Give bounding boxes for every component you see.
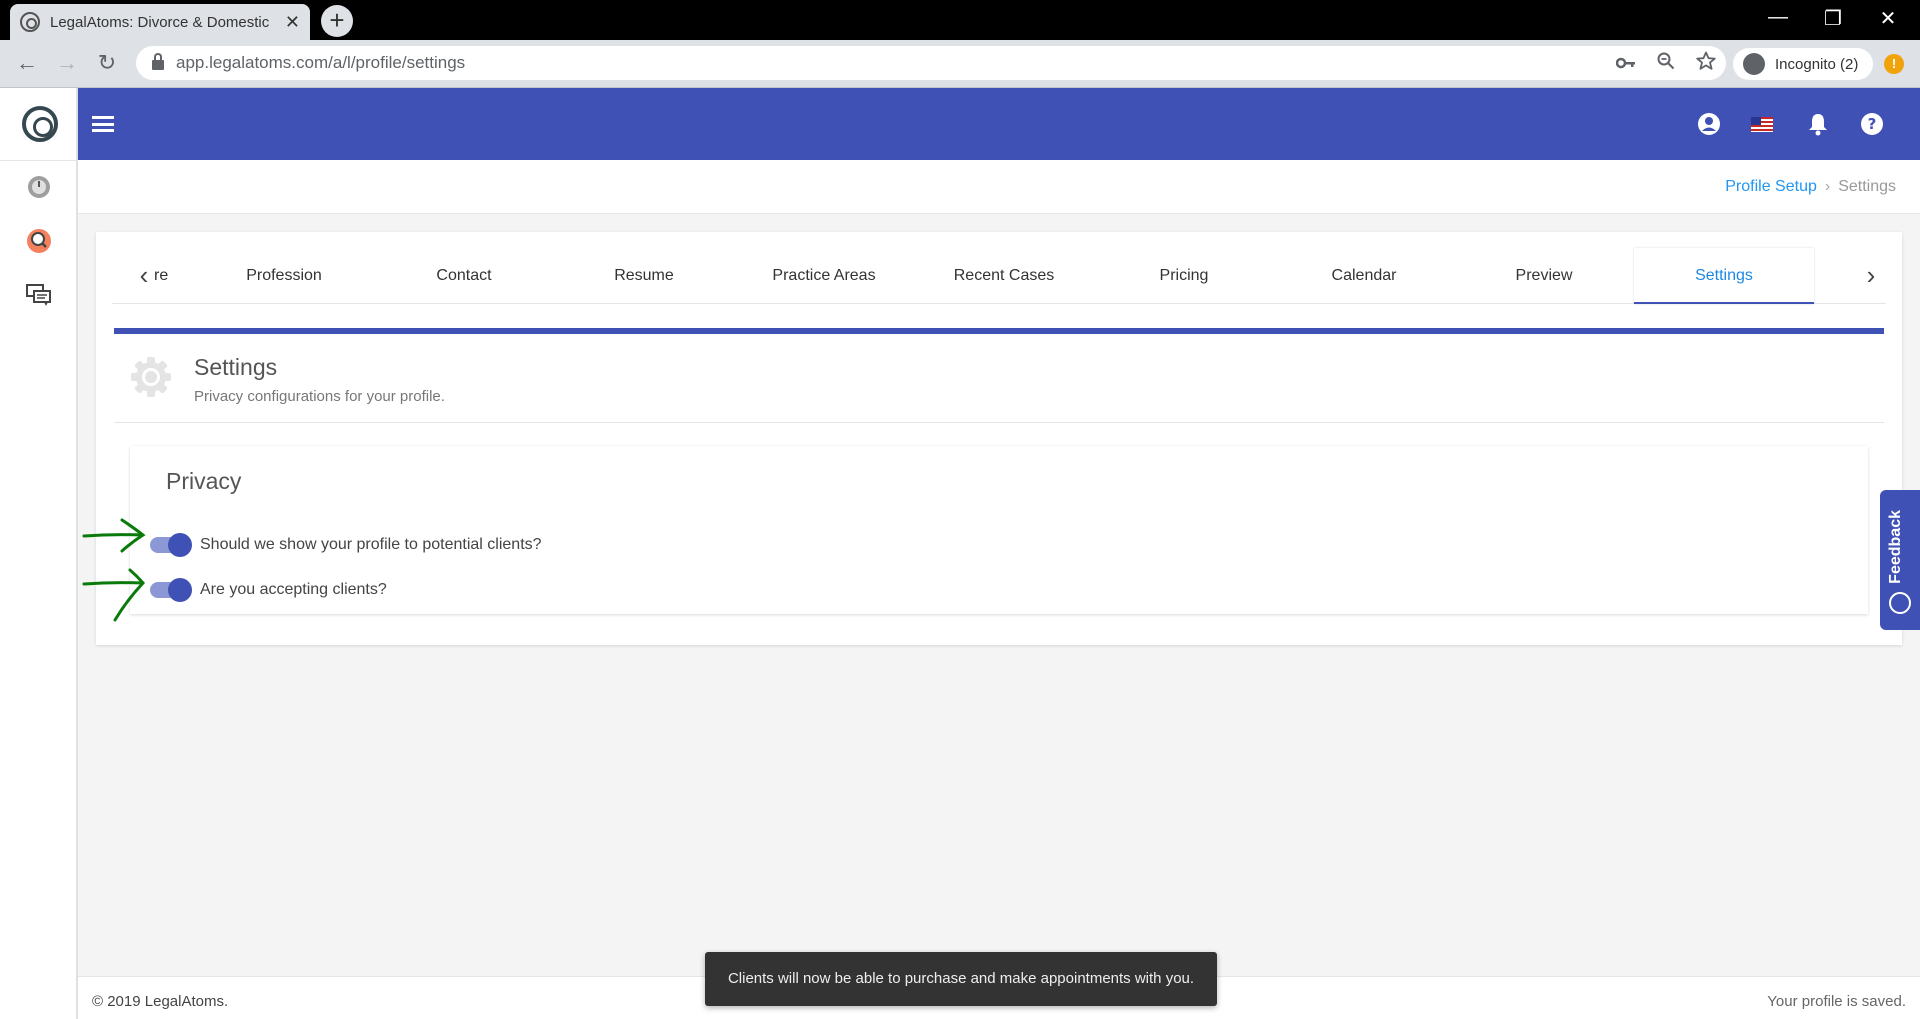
show-profile-label: Should we show your profile to potential… bbox=[200, 536, 542, 553]
back-icon[interactable]: ← bbox=[12, 50, 42, 76]
messages-icon[interactable] bbox=[26, 282, 52, 308]
accepting-clients-row: Are you accepting clients? bbox=[150, 577, 387, 603]
incognito-indicator[interactable]: Incognito (2) bbox=[1733, 48, 1873, 80]
settings-subtitle: Privacy configurations for your profile. bbox=[194, 388, 445, 405]
privacy-title: Privacy bbox=[166, 468, 242, 494]
update-badge-icon[interactable]: ! bbox=[1884, 54, 1904, 74]
panel-divider bbox=[114, 422, 1884, 423]
rail-divider bbox=[0, 160, 78, 161]
steps-next-icon[interactable]: › bbox=[1856, 260, 1886, 291]
profile-steps-tabs: ‹ re Profession Contact Resume Practice … bbox=[112, 248, 1886, 304]
breadcrumb-bar: Profile Setup › Settings bbox=[78, 160, 1920, 214]
save-status-text: Your profile is saved. bbox=[1767, 993, 1906, 1010]
dashboard-icon[interactable] bbox=[26, 173, 52, 199]
incognito-icon bbox=[1743, 53, 1765, 75]
svg-text:?: ? bbox=[1868, 115, 1877, 133]
lock-icon bbox=[152, 53, 164, 70]
feedback-button[interactable]: Feedback bbox=[1880, 490, 1920, 630]
settings-title: Settings bbox=[194, 354, 278, 380]
annotation-arrow-icon bbox=[82, 568, 146, 622]
accepting-clients-toggle[interactable] bbox=[150, 578, 192, 602]
new-tab-button[interactable]: + bbox=[321, 5, 353, 37]
profile-setup-card: ‹ re Profession Contact Resume Practice … bbox=[96, 232, 1902, 645]
breadcrumb-profile-setup[interactable]: Profile Setup bbox=[1725, 178, 1817, 195]
zoom-icon[interactable] bbox=[1646, 52, 1686, 75]
tab-close-icon[interactable]: ✕ bbox=[285, 12, 300, 33]
address-bar[interactable]: app.legalatoms.com/a/l/profile/settings bbox=[136, 46, 1726, 80]
menu-icon[interactable] bbox=[92, 116, 114, 132]
tab-picture-partial[interactable]: re bbox=[154, 248, 184, 304]
tab-practice-areas[interactable]: Practice Areas bbox=[734, 248, 914, 304]
accepting-clients-label: Are you accepting clients? bbox=[200, 581, 387, 598]
browser-tab[interactable]: LegalAtoms: Divorce & Domestic ✕ bbox=[10, 4, 310, 40]
tab-recent-cases[interactable]: Recent Cases bbox=[914, 248, 1094, 304]
minimize-icon[interactable]: — bbox=[1758, 6, 1798, 29]
show-profile-row: Should we show your profile to potential… bbox=[150, 532, 542, 558]
copyright-text: © 2019 LegalAtoms. bbox=[92, 993, 229, 1010]
tab-title: LegalAtoms: Divorce & Domestic bbox=[50, 13, 270, 31]
help-icon[interactable]: ? bbox=[1858, 110, 1886, 138]
feedback-icon bbox=[1889, 592, 1911, 614]
feedback-label: Feedback bbox=[1887, 510, 1904, 584]
star-icon[interactable] bbox=[1686, 51, 1726, 76]
window-close-icon[interactable]: ✕ bbox=[1868, 6, 1908, 31]
breadcrumb-current: Settings bbox=[1838, 178, 1896, 195]
us-flag-icon[interactable] bbox=[1748, 110, 1776, 138]
breadcrumb: Profile Setup › Settings bbox=[1725, 178, 1896, 196]
breadcrumb-separator: › bbox=[1824, 178, 1831, 195]
restore-icon[interactable]: ❐ bbox=[1813, 6, 1853, 31]
settings-panel: Settings Privacy configurations for your… bbox=[114, 328, 1884, 624]
browser-tab-strip: LegalAtoms: Divorce & Domestic ✕ + — ❐ ✕ bbox=[0, 0, 1920, 40]
legalatoms-favicon-icon bbox=[20, 12, 40, 32]
show-profile-toggle[interactable] bbox=[150, 533, 192, 557]
url-text[interactable]: app.legalatoms.com/a/l/profile/settings bbox=[176, 53, 1606, 73]
legalatoms-logo[interactable] bbox=[22, 106, 58, 142]
tab-profession[interactable]: Profession bbox=[194, 248, 374, 304]
reload-icon[interactable]: ↻ bbox=[92, 50, 122, 76]
search-profile-icon[interactable] bbox=[26, 228, 52, 254]
incognito-label: Incognito (2) bbox=[1775, 55, 1859, 73]
tab-pricing[interactable]: Pricing bbox=[1094, 248, 1274, 304]
tab-contact[interactable]: Contact bbox=[374, 248, 554, 304]
bell-icon[interactable] bbox=[1804, 110, 1832, 138]
left-rail bbox=[0, 88, 78, 1019]
tab-settings[interactable]: Settings bbox=[1634, 248, 1814, 304]
account-icon[interactable] bbox=[1695, 110, 1723, 138]
browser-toolbar: ← → ↻ app.legalatoms.com/a/l/profile/set… bbox=[0, 40, 1920, 88]
forward-icon[interactable]: → bbox=[52, 50, 82, 76]
key-icon[interactable] bbox=[1606, 53, 1646, 74]
tab-preview[interactable]: Preview bbox=[1454, 248, 1634, 304]
tab-resume[interactable]: Resume bbox=[554, 248, 734, 304]
snackbar-toast: Clients will now be able to purchase and… bbox=[705, 952, 1217, 1006]
app-header: ? bbox=[78, 88, 1920, 160]
privacy-section: Privacy Should we show your profile to p… bbox=[130, 446, 1868, 614]
annotation-arrow-icon bbox=[82, 518, 146, 553]
gear-icon bbox=[130, 356, 172, 398]
tab-calendar[interactable]: Calendar bbox=[1274, 248, 1454, 304]
